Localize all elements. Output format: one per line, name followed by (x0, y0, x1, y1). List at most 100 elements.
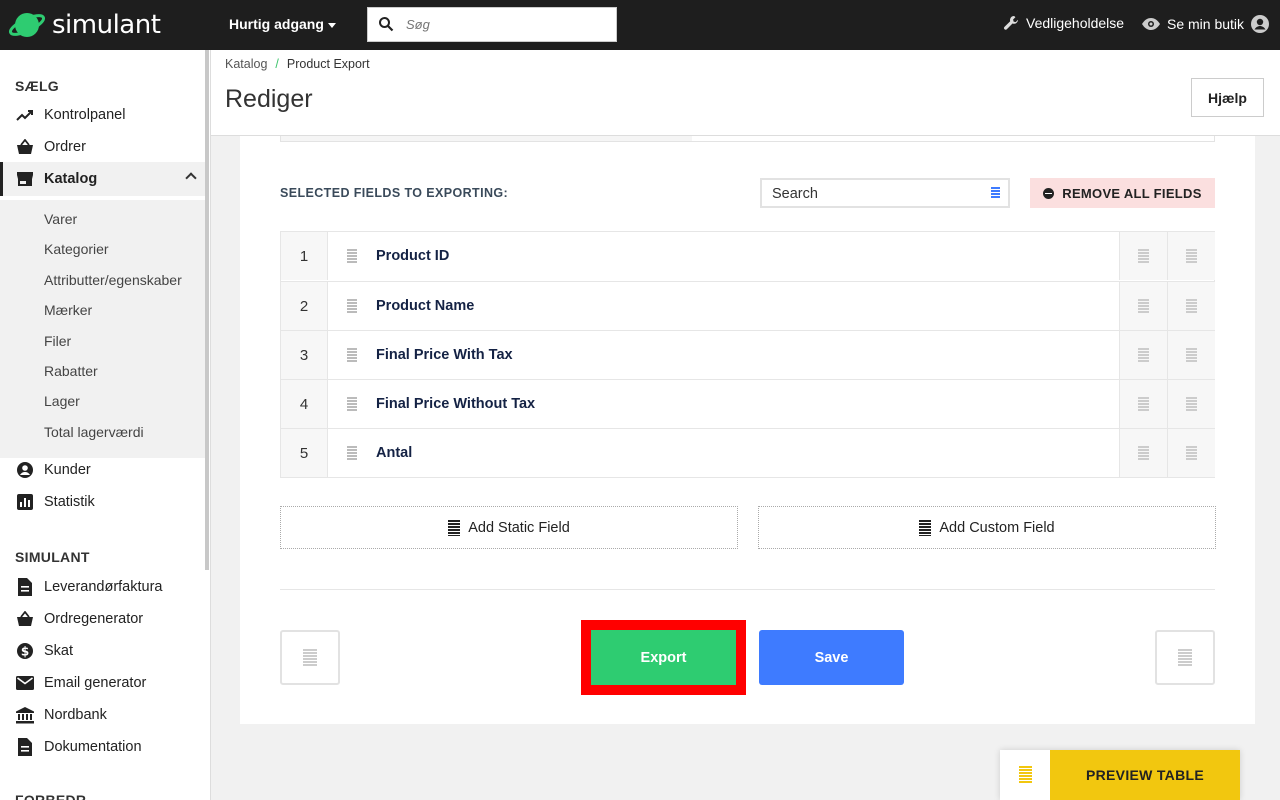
sidebar-item-order-generator[interactable]: Ordregenerator (0, 605, 205, 633)
row-number: 4 (281, 380, 328, 428)
breadcrumb: Katalog / Product Export (225, 57, 370, 71)
delete-field-button[interactable] (1167, 331, 1215, 379)
preview-table-button[interactable]: PREVIEW TABLE (1050, 750, 1240, 800)
export-button[interactable]: Export (591, 630, 736, 685)
eye-icon (1141, 17, 1161, 31)
sidebar-item-label: Nordbank (44, 707, 107, 723)
edit-field-button[interactable] (1119, 429, 1167, 477)
planet-logo-icon (8, 8, 46, 42)
page-header: Katalog / Product Export Rediger Hjælp (211, 50, 1280, 136)
sidebar-item-email-generator[interactable]: Email generator (0, 669, 205, 697)
remove-all-fields-button[interactable]: REMOVE ALL FIELDS (1030, 178, 1215, 208)
view-store-link[interactable]: Se min butik (1141, 14, 1270, 34)
sidebar-item-catalog[interactable]: Katalog (0, 162, 205, 196)
trend-icon (16, 106, 34, 124)
submenu-item-attributes[interactable]: Attributter/egenskaber (44, 272, 182, 288)
sidebar-item-nordbank[interactable]: Nordbank (0, 701, 205, 729)
row-number: 5 (281, 429, 328, 477)
document-icon (16, 738, 34, 756)
submenu-item-discounts[interactable]: Rabatter (44, 363, 98, 379)
sidebar-item-label: Skat (44, 643, 74, 659)
global-search[interactable] (367, 7, 617, 42)
bank-icon (16, 706, 34, 724)
field-name: Final Price With Tax (376, 347, 513, 363)
dollar-icon: $ (16, 642, 34, 660)
delete-field-button[interactable] (1167, 282, 1215, 330)
sidebar-item-label: Kontrolpanel (44, 107, 126, 123)
sidebar-item-statistics[interactable]: Statistik (0, 488, 205, 516)
drag-handle-icon[interactable] (347, 249, 357, 263)
field-name: Product ID (376, 248, 450, 264)
mail-icon (16, 674, 34, 692)
sidebar-item-tax[interactable]: $ Skat (0, 637, 205, 665)
help-button[interactable]: Hjælp (1191, 78, 1264, 117)
section-title-improve: FORBEDR (15, 792, 87, 800)
caret-down-icon (327, 22, 336, 28)
tab-strip-active[interactable] (281, 136, 692, 141)
sidebar-item-label: Ordregenerator (44, 611, 144, 627)
user-circle-icon (16, 461, 34, 479)
breadcrumb-catalog[interactable]: Katalog (225, 57, 267, 71)
drag-handle-icon[interactable] (347, 348, 357, 362)
minus-circle-icon (1043, 187, 1055, 199)
edit-field-button[interactable] (1119, 232, 1167, 280)
submenu-item-products[interactable]: Varer (44, 211, 77, 227)
edit-field-button[interactable] (1119, 380, 1167, 428)
static-field-icon (448, 519, 461, 536)
preview-table-bar: PREVIEW TABLE (1000, 750, 1240, 800)
drag-handle-icon[interactable] (347, 446, 357, 460)
sidebar-item-dashboard[interactable]: Kontrolpanel (0, 101, 205, 129)
delete-field-button[interactable] (1167, 232, 1215, 280)
row-number: 1 (281, 232, 328, 280)
selected-fields-label: SELECTED FIELDS TO EXPORTING: (280, 186, 509, 200)
submenu-item-categories[interactable]: Kategorier (44, 241, 109, 257)
delete-field-button[interactable] (1167, 429, 1215, 477)
add-static-field-button[interactable]: Add Static Field (280, 506, 738, 549)
view-store-label: Se min butik (1167, 16, 1245, 32)
save-button[interactable]: Save (759, 630, 904, 685)
edit-field-button[interactable] (1119, 282, 1167, 330)
remove-all-label: REMOVE ALL FIELDS (1062, 185, 1202, 201)
field-search[interactable] (760, 178, 1010, 208)
delete-field-button[interactable] (1167, 380, 1215, 428)
top-bar: simulant Hurtig adgang Vedligeholdelse S… (0, 0, 1280, 50)
add-custom-field-button[interactable]: Add Custom Field (758, 506, 1216, 549)
submenu-item-stock[interactable]: Lager (44, 393, 80, 409)
sidebar-item-label: Email generator (44, 675, 147, 691)
submenu-item-files[interactable]: Filer (44, 333, 71, 349)
breadcrumb-current: Product Export (286, 57, 370, 71)
submenu-item-total-stock-value[interactable]: Total lagerværdi (44, 424, 144, 440)
submenu-item-brands[interactable]: Mærker (44, 302, 92, 318)
sidebar-item-documentation[interactable]: Dokumentation (0, 733, 205, 761)
drag-handle-icon[interactable] (347, 299, 357, 313)
maintenance-label: Vedligeholdelse (1026, 15, 1125, 31)
maintenance-link[interactable]: Vedligeholdelse (1002, 14, 1124, 32)
delete-icon (1186, 397, 1197, 411)
delete-icon (1186, 299, 1197, 313)
global-search-input[interactable] (406, 8, 606, 41)
quick-access-menu[interactable]: Hurtig adgang (229, 16, 336, 32)
sidebar-item-label: Statistik (44, 494, 95, 510)
sidebar-item-customers[interactable]: Kunder (0, 456, 205, 484)
brand-logo[interactable]: simulant (8, 8, 161, 42)
field-search-input[interactable] (772, 184, 982, 204)
account-icon[interactable] (1250, 14, 1270, 34)
sidebar-scrollbar[interactable] (205, 50, 209, 570)
edit-field-button[interactable] (1119, 331, 1167, 379)
document-icon (16, 578, 34, 596)
tab-strip (280, 136, 1215, 142)
export-highlight: Export (581, 620, 746, 695)
edit-icon (1138, 299, 1149, 313)
sidebar-item-label: Kunder (44, 462, 91, 478)
table-row: 5 Antal (281, 428, 1215, 477)
row-number: 2 (281, 282, 328, 330)
left-action-button[interactable] (280, 630, 340, 685)
bar-chart-icon (16, 493, 34, 511)
drag-handle-icon[interactable] (347, 397, 357, 411)
preview-toggle[interactable] (1000, 750, 1050, 800)
quick-access-label: Hurtig adgang (229, 16, 324, 32)
sidebar-item-orders[interactable]: Ordrer (0, 133, 205, 161)
sidebar-item-supplier-invoice[interactable]: Leverandørfaktura (0, 573, 205, 601)
chevron-up-icon (185, 172, 197, 184)
right-action-button[interactable] (1155, 630, 1215, 685)
